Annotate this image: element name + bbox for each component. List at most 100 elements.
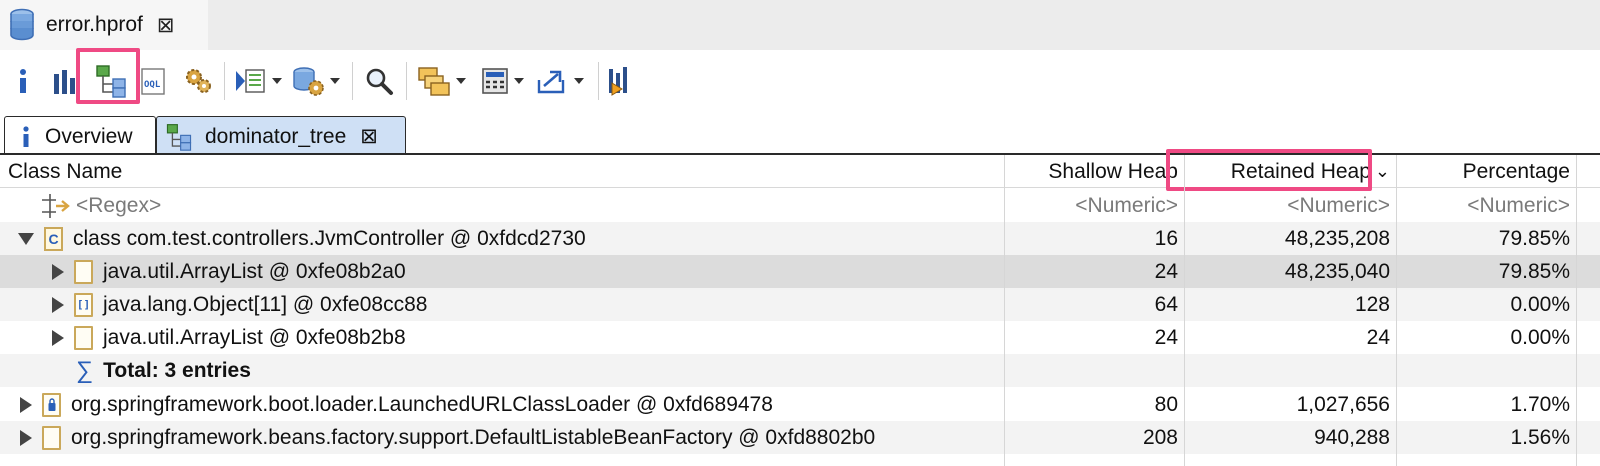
info-icon bbox=[20, 69, 26, 93]
calculate-dropdown[interactable] bbox=[480, 62, 524, 100]
search-icon bbox=[366, 68, 393, 95]
chevron-down-icon bbox=[574, 78, 584, 84]
row-shallow-heap: 24 bbox=[1154, 325, 1178, 349]
dominator-tree-icon bbox=[166, 123, 192, 151]
group-result-dropdown[interactable] bbox=[416, 62, 466, 100]
expand-icon[interactable] bbox=[20, 396, 32, 413]
row-shallow-heap: 80 bbox=[1154, 392, 1178, 416]
chevron-down-icon bbox=[272, 78, 282, 84]
query-browser-dropdown[interactable] bbox=[292, 62, 340, 100]
row-shallow-heap: 24 bbox=[1154, 259, 1178, 283]
expand-icon[interactable] bbox=[52, 296, 64, 313]
calculate-icon bbox=[482, 68, 508, 94]
thread-settings-icon bbox=[186, 69, 211, 93]
table-row[interactable]: org.springframework.boot.loader.Launched… bbox=[0, 388, 1600, 421]
editor-tab-title: error.hprof bbox=[46, 13, 143, 36]
row-shallow-heap: 64 bbox=[1154, 292, 1178, 316]
regex-filter-input[interactable]: <Regex> bbox=[76, 194, 161, 218]
row-name-cell: org.springframework.beans.factory.suppor… bbox=[0, 421, 1004, 454]
top-consumers-icon bbox=[236, 69, 265, 93]
column-divider[interactable] bbox=[1004, 155, 1005, 466]
table-row-total: ∑ Total: 3 entries bbox=[0, 354, 1600, 387]
table-row[interactable]: java.util.ArrayList @ 0xfe08b2b8 24 24 0… bbox=[0, 321, 1600, 354]
top-consumers-dropdown[interactable] bbox=[234, 62, 282, 100]
sum-icon: ∑ bbox=[76, 356, 94, 384]
toolbar: OQL bbox=[0, 48, 1600, 112]
table-row[interactable]: [] java.lang.Object[11] @ 0xfe08cc88 64 … bbox=[0, 288, 1600, 321]
shallow-filter-input[interactable]: <Numeric> bbox=[1004, 189, 1184, 222]
group-result-icon bbox=[418, 67, 450, 96]
row-name: org.springframework.beans.factory.suppor… bbox=[71, 425, 876, 449]
toolbar-separator bbox=[406, 62, 407, 100]
row-name: java.util.ArrayList @ 0xfe08b2b8 bbox=[103, 325, 406, 349]
query-browser-icon bbox=[293, 67, 324, 96]
table-row[interactable]: org.springframework.beans.factory.suppor… bbox=[0, 421, 1600, 454]
expand-icon[interactable] bbox=[20, 429, 32, 446]
chevron-down-icon bbox=[456, 78, 466, 84]
dominator-tree-table: Class Name Shallow Heap Retained Heap ⌄ … bbox=[0, 149, 1600, 466]
editor-tab-error-hprof[interactable]: error.hprof ⊠ bbox=[0, 0, 208, 50]
info-icon bbox=[23, 125, 29, 147]
classloader-glyph-icon bbox=[48, 397, 55, 411]
oql-button[interactable]: OQL bbox=[140, 62, 170, 100]
column-divider[interactable] bbox=[1576, 155, 1577, 466]
row-name: org.springframework.boot.loader.Launched… bbox=[71, 392, 773, 416]
row-retained-heap: 48,235,040 bbox=[1284, 259, 1390, 283]
export-dropdown[interactable] bbox=[536, 62, 584, 100]
chevron-down-icon bbox=[514, 78, 524, 84]
row-retained-heap: 24 bbox=[1366, 325, 1390, 349]
column-header-shallow-heap[interactable]: Shallow Heap bbox=[1004, 155, 1184, 188]
expand-icon[interactable] bbox=[52, 329, 64, 346]
row-name-cell: ∑ Total: 3 entries bbox=[0, 354, 1004, 387]
row-percentage: 1.56% bbox=[1510, 425, 1570, 449]
highlight-box-dominator-button bbox=[76, 48, 140, 104]
search-button[interactable] bbox=[364, 62, 394, 100]
percentage-filter-input[interactable]: <Numeric> bbox=[1396, 189, 1576, 222]
chevron-down-icon bbox=[330, 78, 340, 84]
table-row[interactable]: C class com.test.controllers.JvmControll… bbox=[0, 222, 1600, 255]
object-icon bbox=[42, 425, 61, 450]
row-retained-heap: 48,235,208 bbox=[1284, 226, 1390, 250]
row-percentage: 79.85% bbox=[1498, 226, 1570, 250]
close-icon[interactable]: ⊠ bbox=[360, 124, 378, 149]
expand-icon[interactable] bbox=[52, 263, 64, 280]
tab-overview-label: Overview bbox=[45, 124, 133, 148]
tab-overview[interactable]: Overview bbox=[4, 116, 156, 156]
toolbar-separator bbox=[224, 62, 225, 100]
svg-text:OQL: OQL bbox=[144, 80, 161, 90]
row-retained-heap: 1,027,656 bbox=[1296, 392, 1390, 416]
table-filter-row: <Regex> <Numeric> <Numeric> <Numeric> bbox=[0, 189, 1600, 222]
row-name-cell: C class com.test.controllers.JvmControll… bbox=[0, 222, 1004, 255]
column-divider[interactable] bbox=[1184, 155, 1185, 466]
info-button[interactable] bbox=[14, 62, 32, 100]
classloader-icon bbox=[42, 392, 61, 417]
tab-dominator-tree-label: dominator_tree bbox=[205, 124, 347, 148]
toolbar-separator bbox=[352, 62, 353, 100]
class-icon: C bbox=[44, 226, 63, 251]
array-icon: [] bbox=[74, 292, 93, 317]
compare-button[interactable] bbox=[606, 62, 636, 100]
thread-settings-button[interactable] bbox=[182, 62, 214, 100]
table-row[interactable]: java.util.ArrayList @ 0xfe08b2a0 24 48,2… bbox=[0, 255, 1600, 288]
tab-dominator-tree[interactable]: dominator_tree ⊠ bbox=[156, 116, 406, 156]
row-name: Total: 3 entries bbox=[103, 358, 251, 382]
column-header-percentage[interactable]: Percentage bbox=[1396, 155, 1576, 188]
retained-filter-input[interactable]: <Numeric> bbox=[1184, 189, 1396, 222]
column-header-class-name[interactable]: Class Name bbox=[0, 155, 1004, 188]
row-retained-heap: 940,288 bbox=[1314, 425, 1390, 449]
highlight-box-retained-heap bbox=[1166, 149, 1372, 191]
regex-filter-cell[interactable]: <Regex> bbox=[0, 189, 1004, 222]
column-divider[interactable] bbox=[1396, 155, 1397, 466]
object-icon bbox=[74, 325, 93, 350]
row-name: java.util.ArrayList @ 0xfe08b2a0 bbox=[103, 259, 406, 283]
row-percentage: 0.00% bbox=[1510, 325, 1570, 349]
row-name-cell: java.util.ArrayList @ 0xfe08b2b8 bbox=[0, 321, 1004, 354]
row-name-cell: org.springframework.boot.loader.Launched… bbox=[0, 388, 1004, 421]
close-icon[interactable]: ⊠ bbox=[157, 13, 175, 38]
fast-forward-icon bbox=[609, 67, 627, 96]
row-name-cell: [] java.lang.Object[11] @ 0xfe08cc88 bbox=[0, 288, 1004, 321]
row-name-cell: java.util.ArrayList @ 0xfe08b2a0 bbox=[0, 255, 1004, 288]
collapse-icon[interactable] bbox=[18, 232, 34, 245]
oql-icon: OQL bbox=[141, 68, 165, 95]
toolbar-separator bbox=[598, 62, 599, 100]
